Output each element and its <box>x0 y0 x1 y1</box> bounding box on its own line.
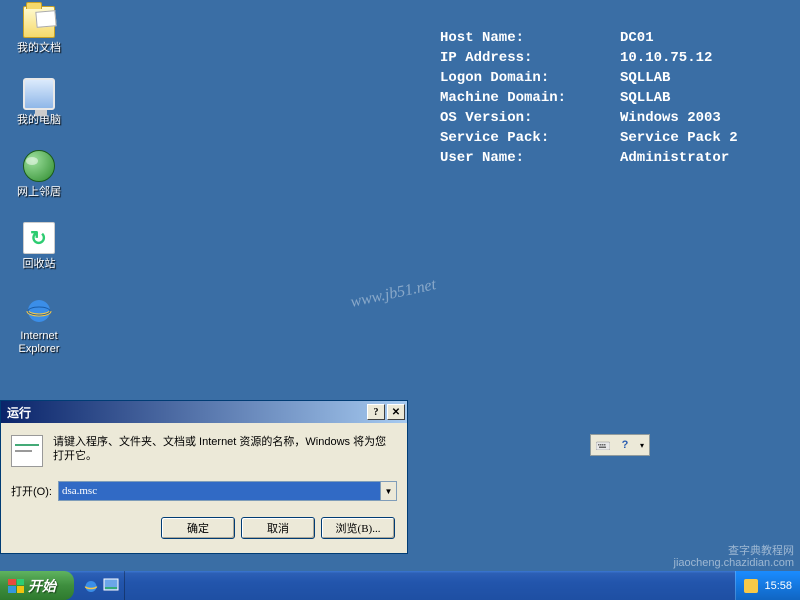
icon-label: 回收站 <box>4 258 74 271</box>
computer-icon <box>23 78 55 110</box>
start-button[interactable]: 开始 <box>0 571 74 600</box>
sysinfo-key: Service Pack: <box>440 128 620 148</box>
ie-icon <box>23 294 55 326</box>
tray-app-icon[interactable] <box>744 579 758 593</box>
open-combobox[interactable]: ▼ <box>58 481 397 501</box>
close-button[interactable]: ✕ <box>387 404 405 420</box>
toolbar-help-button[interactable]: ? <box>615 436 635 454</box>
browse-button[interactable]: 浏览(B)... <box>321 517 395 539</box>
recycle-icon <box>23 222 55 254</box>
folder-icon <box>23 6 55 38</box>
desktop-icon-network[interactable]: 网上邻居 <box>4 150 74 199</box>
quick-launch-desktop[interactable] <box>102 577 120 595</box>
sysinfo-key: OS Version: <box>440 108 620 128</box>
desktop-icon-my-computer[interactable]: 我的电脑 <box>4 78 74 127</box>
sysinfo-value: SQLLAB <box>620 90 670 106</box>
network-icon <box>23 150 55 182</box>
sysinfo-key: Host Name: <box>440 28 620 48</box>
sysinfo-value: Administrator <box>620 150 729 166</box>
sysinfo-key: Logon Domain: <box>440 68 620 88</box>
sysinfo-value: SQLLAB <box>620 70 670 86</box>
system-tray: 15:58 <box>735 571 800 600</box>
open-label: 打开(O): <box>11 483 52 499</box>
icon-label: 我的文档 <box>4 42 74 55</box>
toolbar-options-button[interactable]: ▾ <box>637 436 647 454</box>
toolbar-keyboard-button[interactable] <box>593 436 613 454</box>
sysinfo-key: Machine Domain: <box>440 88 620 108</box>
sysinfo-value: Service Pack 2 <box>620 130 738 146</box>
desktop-icon-recycle-bin[interactable]: 回收站 <box>4 222 74 271</box>
run-icon <box>11 435 43 467</box>
cancel-button[interactable]: 取消 <box>241 517 315 539</box>
desktop-icon-internet-explorer[interactable]: Internet Explorer <box>4 294 74 356</box>
desktop-icon-my-documents[interactable]: 我的文档 <box>4 6 74 55</box>
sysinfo-value: Windows 2003 <box>620 110 721 126</box>
sysinfo-key: User Name: <box>440 148 620 168</box>
start-label: 开始 <box>28 576 56 596</box>
icon-label: Internet Explorer <box>4 330 74 356</box>
desktop: 我的文档 我的电脑 网上邻居 回收站 Internet Explorer Hos… <box>0 0 800 571</box>
quick-launch-ie[interactable] <box>82 577 100 595</box>
open-input[interactable] <box>59 482 380 500</box>
watermark: www.jb51.net <box>349 276 438 312</box>
dialog-title: 运行 <box>7 404 365 421</box>
icon-label: 网上邻居 <box>4 186 74 199</box>
windows-flag-icon <box>8 579 24 593</box>
taskbar: 开始 15:58 <box>0 571 800 600</box>
run-dialog: 运行 ? ✕ 请键入程序、文件夹、文档或 Internet 资源的名称，Wind… <box>0 400 408 554</box>
floating-toolbar: ? ▾ <box>590 434 650 456</box>
run-description: 请键入程序、文件夹、文档或 Internet 资源的名称，Windows 将为您… <box>53 435 397 467</box>
quick-launch <box>78 571 125 600</box>
help-button[interactable]: ? <box>367 404 385 420</box>
titlebar[interactable]: 运行 ? ✕ <box>1 401 407 423</box>
watermark-footer: 查字典教程网 jiaocheng.chazidian.com <box>674 545 794 569</box>
dropdown-button[interactable]: ▼ <box>380 482 396 500</box>
system-info-overlay: Host Name:DC01 IP Address:10.10.75.12 Lo… <box>440 28 738 168</box>
sysinfo-value: DC01 <box>620 30 654 46</box>
sysinfo-value: 10.10.75.12 <box>620 50 712 66</box>
tray-clock[interactable]: 15:58 <box>764 580 792 592</box>
sysinfo-key: IP Address: <box>440 48 620 68</box>
ok-button[interactable]: 确定 <box>161 517 235 539</box>
